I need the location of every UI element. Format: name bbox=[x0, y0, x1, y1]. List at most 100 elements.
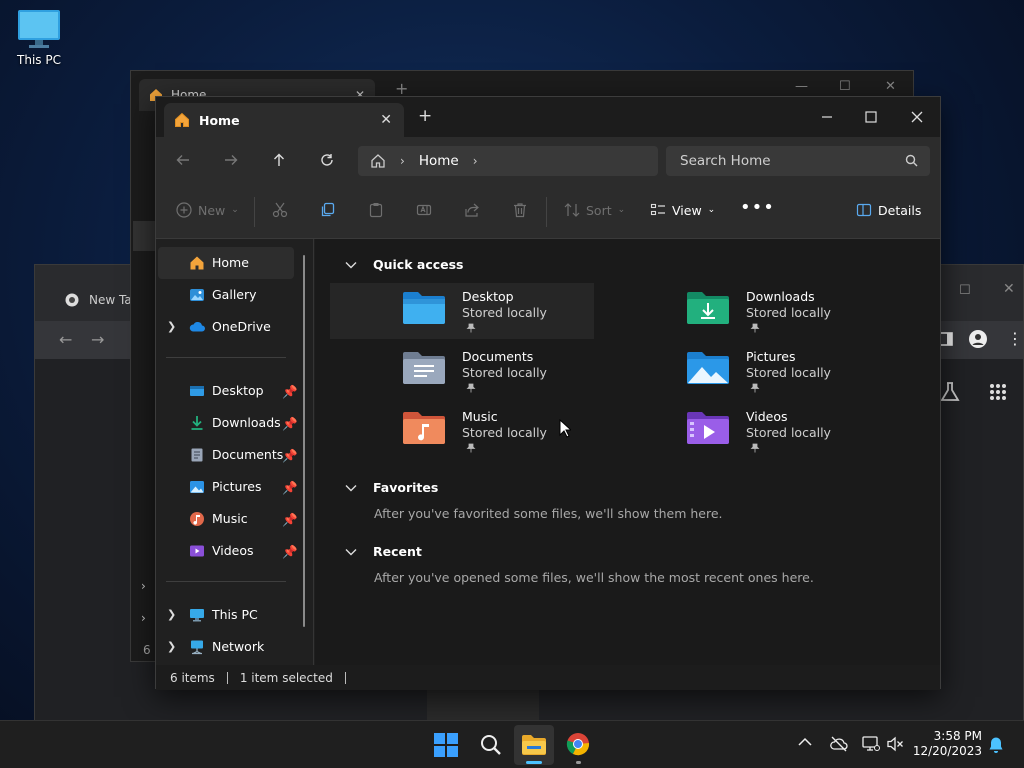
back-maximize-icon[interactable]: ☐ bbox=[839, 79, 851, 94]
taskbar-file-explorer[interactable] bbox=[514, 725, 554, 765]
details-button[interactable]: Details bbox=[856, 202, 921, 218]
back-close-icon[interactable]: ✕ bbox=[885, 79, 896, 94]
desktop-icon-this-pc[interactable]: This PC bbox=[10, 10, 68, 67]
forward-arrow-icon[interactable] bbox=[224, 153, 238, 167]
separator bbox=[254, 197, 255, 227]
title-bar: Home ✕ + bbox=[156, 97, 940, 137]
network-monitor-icon[interactable] bbox=[862, 736, 880, 752]
address-bar[interactable]: › Home › bbox=[358, 146, 658, 176]
minimize-icon[interactable] bbox=[804, 103, 850, 131]
sidebar-item-this-pc[interactable]: ❯ This PC bbox=[158, 599, 294, 631]
sidebar-item-downloads[interactable]: Downloads 📌 bbox=[158, 407, 298, 439]
new-button[interactable]: New ⌄ bbox=[176, 202, 239, 218]
pin-icon[interactable]: 📌 bbox=[282, 416, 298, 432]
explorer-window[interactable]: Home ✕ + › Home › Search Home New ⌄ Sort… bbox=[155, 96, 941, 690]
apps-grid-icon[interactable] bbox=[989, 383, 1007, 401]
delete-icon[interactable] bbox=[512, 202, 528, 218]
add-tab-icon[interactable]: + bbox=[418, 106, 432, 126]
section-header-recent[interactable]: Recent bbox=[345, 544, 422, 559]
sidebar-item-label: Gallery bbox=[212, 287, 257, 302]
back-chevron-icon[interactable]: › bbox=[141, 579, 146, 593]
onedrive-cloud-icon bbox=[189, 319, 205, 335]
sidebar-item-network[interactable]: ❯ Network bbox=[158, 631, 294, 663]
paste-icon[interactable] bbox=[368, 202, 384, 218]
tab-title: Home bbox=[199, 112, 240, 128]
chrome-forward-icon[interactable]: → bbox=[91, 330, 104, 349]
add-circle-icon bbox=[176, 202, 192, 218]
breadcrumb-chevron-icon[interactable]: › bbox=[473, 154, 478, 168]
cut-icon[interactable] bbox=[272, 202, 288, 218]
sidebar-item-videos[interactable]: Videos 📌 bbox=[158, 535, 298, 567]
chrome-close-icon[interactable]: ✕ bbox=[1003, 281, 1015, 297]
refresh-icon[interactable] bbox=[320, 153, 334, 167]
pin-icon[interactable]: 📌 bbox=[282, 480, 298, 496]
item-count: 6 items bbox=[170, 670, 215, 685]
volume-muted-icon[interactable] bbox=[886, 736, 904, 752]
pin-icon[interactable]: 📌 bbox=[282, 512, 298, 528]
copy-icon[interactable] bbox=[320, 202, 336, 218]
up-arrow-icon[interactable] bbox=[272, 153, 286, 167]
close-icon[interactable] bbox=[894, 103, 940, 131]
chevron-up-icon[interactable] bbox=[798, 737, 812, 747]
file-explorer-icon bbox=[522, 734, 546, 756]
sort-button[interactable]: Sort ⌄ bbox=[564, 202, 625, 218]
chrome-back-icon[interactable]: ← bbox=[59, 330, 72, 349]
navigation-pane: Home Gallery ❯ OneDrive Desktop 📌 Downlo… bbox=[156, 239, 314, 665]
back-arrow-icon[interactable] bbox=[176, 153, 190, 167]
chrome-icon bbox=[65, 293, 79, 307]
back-chevron-icon[interactable]: › bbox=[141, 611, 146, 625]
pin-icon[interactable]: 📌 bbox=[282, 448, 298, 464]
chrome-sidepanel-icon[interactable] bbox=[939, 332, 953, 346]
tab-home[interactable]: Home ✕ bbox=[164, 103, 404, 137]
home-icon bbox=[174, 112, 190, 128]
rename-icon[interactable] bbox=[416, 202, 432, 218]
maximize-icon[interactable] bbox=[848, 103, 894, 131]
sidebar-item-music[interactable]: Music 📌 bbox=[158, 503, 298, 535]
tab-close-icon[interactable]: ✕ bbox=[380, 112, 392, 128]
expand-chevron-icon[interactable]: ❯ bbox=[167, 320, 176, 333]
taskbar-chrome[interactable] bbox=[566, 732, 590, 764]
sidebar-item-pictures[interactable]: Pictures 📌 bbox=[158, 471, 298, 503]
breadcrumb-home[interactable]: Home bbox=[419, 153, 459, 169]
section-header-quick-access[interactable]: Quick access bbox=[345, 257, 464, 272]
start-windows-icon[interactable] bbox=[434, 733, 458, 757]
quick-access-item-videos[interactable]: Videos Stored locally bbox=[614, 403, 878, 459]
expand-chevron-icon[interactable]: ❯ bbox=[167, 640, 176, 653]
quick-access-item-music[interactable]: Music Stored locally bbox=[330, 403, 594, 459]
quick-access-item-documents[interactable]: Documents Stored locally bbox=[330, 343, 594, 399]
section-title: Favorites bbox=[373, 480, 439, 495]
more-options-icon[interactable]: ••• bbox=[740, 197, 775, 218]
item-name: Music bbox=[462, 409, 498, 424]
active-indicator bbox=[526, 761, 542, 764]
pin-icon[interactable]: 📌 bbox=[282, 384, 298, 400]
item-location: Stored locally bbox=[462, 425, 547, 440]
quick-access-item-downloads[interactable]: Downloads Stored locally bbox=[614, 283, 878, 339]
clock-date: 12/20/2023 bbox=[912, 744, 982, 758]
search-icon[interactable] bbox=[480, 734, 502, 756]
onedrive-offline-icon[interactable] bbox=[830, 736, 848, 752]
sidebar-item-onedrive[interactable]: ❯ OneDrive bbox=[158, 311, 294, 343]
back-minimize-icon[interactable]: — bbox=[795, 79, 808, 94]
sidebar-item-desktop[interactable]: Desktop 📌 bbox=[158, 375, 298, 407]
quick-access-item-desktop[interactable]: Desktop Stored locally bbox=[330, 283, 594, 339]
sidebar-item-home[interactable]: Home bbox=[158, 247, 294, 279]
notification-bell-icon[interactable] bbox=[988, 736, 1004, 754]
sidebar-item-gallery[interactable]: Gallery bbox=[158, 279, 294, 311]
chrome-maximize-icon[interactable]: ☐ bbox=[959, 283, 971, 298]
system-clock[interactable]: 3:58 PM 12/20/2023 bbox=[913, 729, 982, 759]
labs-flask-icon[interactable] bbox=[939, 381, 961, 403]
item-location: Stored locally bbox=[746, 305, 831, 320]
expand-chevron-icon[interactable]: ❯ bbox=[167, 608, 176, 621]
share-icon[interactable] bbox=[464, 202, 480, 218]
quick-access-item-pictures[interactable]: Pictures Stored locally bbox=[614, 343, 878, 399]
chevron-down-icon: ⌄ bbox=[231, 205, 239, 215]
view-button[interactable]: View ⌄ bbox=[650, 202, 715, 218]
search-box[interactable]: Search Home bbox=[666, 146, 930, 176]
chrome-profile-icon[interactable] bbox=[969, 330, 987, 348]
sidebar-scrollbar[interactable] bbox=[303, 255, 305, 627]
breadcrumb-chevron-icon[interactable]: › bbox=[400, 154, 405, 168]
pin-icon[interactable]: 📌 bbox=[282, 544, 298, 560]
chrome-menu-icon[interactable]: ⋮ bbox=[1007, 329, 1023, 348]
section-header-favorites[interactable]: Favorites bbox=[345, 480, 438, 495]
sidebar-item-documents[interactable]: Documents 📌 bbox=[158, 439, 298, 471]
